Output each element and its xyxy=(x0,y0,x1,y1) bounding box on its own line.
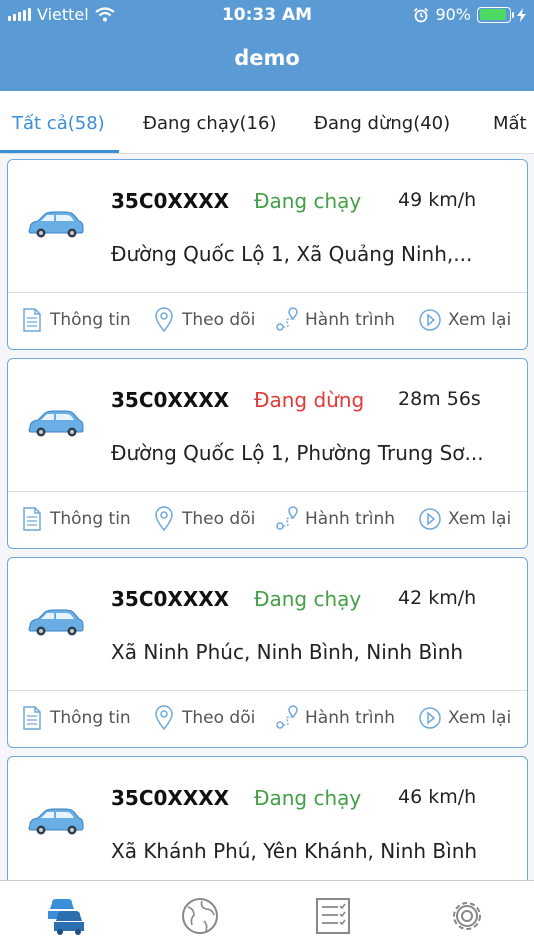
globe-icon xyxy=(182,898,218,934)
speed-value: 46 km/h xyxy=(398,786,477,808)
replay-label: Xem lại xyxy=(448,509,512,529)
track-label: Theo dõi xyxy=(182,310,256,330)
settings-gear-icon xyxy=(453,902,481,930)
route-label: Hành trình xyxy=(305,509,396,529)
info-label: Thông tin xyxy=(50,509,131,529)
license-plate: 35C0XXXX xyxy=(111,786,230,810)
charging-icon xyxy=(517,7,526,22)
location-pin-icon xyxy=(155,705,173,731)
battery-icon xyxy=(477,6,514,23)
location-pin-icon xyxy=(155,307,173,333)
route-icon xyxy=(276,307,298,331)
card-actions: Thông tin Theo dõi Hành trình Xem lại xyxy=(8,691,527,747)
report-list-icon xyxy=(316,898,350,934)
info-button[interactable]: Thông tin xyxy=(20,307,131,333)
card-actions: Thông tin Theo dõi Hành trình Xem lại xyxy=(8,293,527,349)
info-label: Thông tin xyxy=(50,708,131,728)
route-icon xyxy=(276,506,298,530)
address-text: Xã Khánh Phú, Yên Khánh, Ninh Bình xyxy=(111,839,478,863)
battery-percent: 90% xyxy=(435,5,471,24)
vehicle-card[interactable]: 35C0XXXX Đang chạy 42 km/h Xã Ninh Phúc,… xyxy=(7,557,528,748)
route-button[interactable]: Hành trình xyxy=(275,506,395,532)
address-text: Xã Ninh Phúc, Ninh Bình, Ninh Bình xyxy=(111,640,464,664)
nav-settings[interactable] xyxy=(445,895,489,937)
car-icon xyxy=(28,211,84,238)
car-icon xyxy=(28,410,84,437)
tab-stopped[interactable]: Đang dừng(40) xyxy=(314,113,450,134)
stop-duration: 28m 56s xyxy=(398,388,481,410)
play-circle-icon xyxy=(419,707,441,729)
speed-value: 42 km/h xyxy=(398,587,477,609)
document-icon xyxy=(23,308,41,332)
info-button[interactable]: Thông tin xyxy=(20,705,131,731)
nav-map[interactable] xyxy=(178,895,222,937)
replay-button[interactable]: Xem lại xyxy=(418,506,511,532)
vehicle-list[interactable]: 35C0XXXX Đang chạy 49 km/h Đường Quốc Lộ… xyxy=(0,154,534,880)
route-button[interactable]: Hành trình xyxy=(275,307,395,333)
nav-vehicles[interactable] xyxy=(44,895,88,937)
track-label: Theo dõi xyxy=(182,509,256,529)
license-plate: 35C0XXXX xyxy=(111,587,230,611)
bottom-nav xyxy=(0,880,534,950)
car-icon xyxy=(28,609,84,636)
replay-label: Xem lại xyxy=(448,708,512,728)
vehicle-card[interactable]: 35C0XXXX Đang chạy 46 km/h Xã Khánh Phú,… xyxy=(7,756,528,880)
status-label: Đang chạy xyxy=(254,189,362,213)
status-label: Đang chạy xyxy=(254,786,362,810)
alarm-icon xyxy=(414,7,429,22)
location-pin-icon xyxy=(155,506,173,532)
replay-button[interactable]: Xem lại xyxy=(418,307,511,333)
route-button[interactable]: Hành trình xyxy=(275,705,395,731)
app-header: Viettel 10:33 AM 90% demo xyxy=(0,0,534,91)
play-circle-icon xyxy=(419,508,441,530)
replay-button[interactable]: Xem lại xyxy=(418,705,511,731)
route-label: Hành trình xyxy=(305,708,396,728)
car-icon xyxy=(28,808,84,835)
page-title: demo xyxy=(234,46,300,70)
replay-label: Xem lại xyxy=(448,310,512,330)
status-label: Đang chạy xyxy=(254,587,362,611)
track-button[interactable]: Theo dõi xyxy=(152,506,255,532)
status-label: Đang dừng xyxy=(254,388,365,412)
info-button[interactable]: Thông tin xyxy=(20,506,131,532)
route-icon xyxy=(276,705,298,729)
route-label: Hành trình xyxy=(305,310,396,330)
tab-all[interactable]: Tất cả(58) xyxy=(12,113,105,134)
license-plate: 35C0XXXX xyxy=(111,388,230,412)
vehicle-card[interactable]: 35C0XXXX Đang chạy 49 km/h Đường Quốc Lộ… xyxy=(7,159,528,350)
track-button[interactable]: Theo dõi xyxy=(152,705,255,731)
tab-lost[interactable]: Mất xyxy=(493,113,527,134)
play-circle-icon xyxy=(419,309,441,331)
tab-running[interactable]: Đang chạy(16) xyxy=(143,113,276,134)
track-button[interactable]: Theo dõi xyxy=(152,307,255,333)
vehicles-icon xyxy=(48,899,84,935)
address-text: Đường Quốc Lộ 1, Phường Trung Sơ... xyxy=(111,441,484,465)
document-icon xyxy=(23,706,41,730)
track-label: Theo dõi xyxy=(182,708,256,728)
speed-value: 49 km/h xyxy=(398,189,477,211)
nav-reports[interactable] xyxy=(311,895,355,937)
address-text: Đường Quốc Lộ 1, Xã Quảng Ninh,... xyxy=(111,242,473,266)
status-tabs: Tất cả(58) Đang chạy(16) Đang dừng(40) M… xyxy=(0,91,534,154)
license-plate: 35C0XXXX xyxy=(111,189,230,213)
vehicle-card[interactable]: 35C0XXXX Đang dừng 28m 56s Đường Quốc Lộ… xyxy=(7,358,528,549)
card-actions: Thông tin Theo dõi Hành trình Xem lại xyxy=(8,492,527,548)
document-icon xyxy=(23,507,41,531)
active-tab-indicator xyxy=(0,150,119,153)
info-label: Thông tin xyxy=(50,310,131,330)
status-bar: Viettel 10:33 AM 90% xyxy=(0,0,534,30)
